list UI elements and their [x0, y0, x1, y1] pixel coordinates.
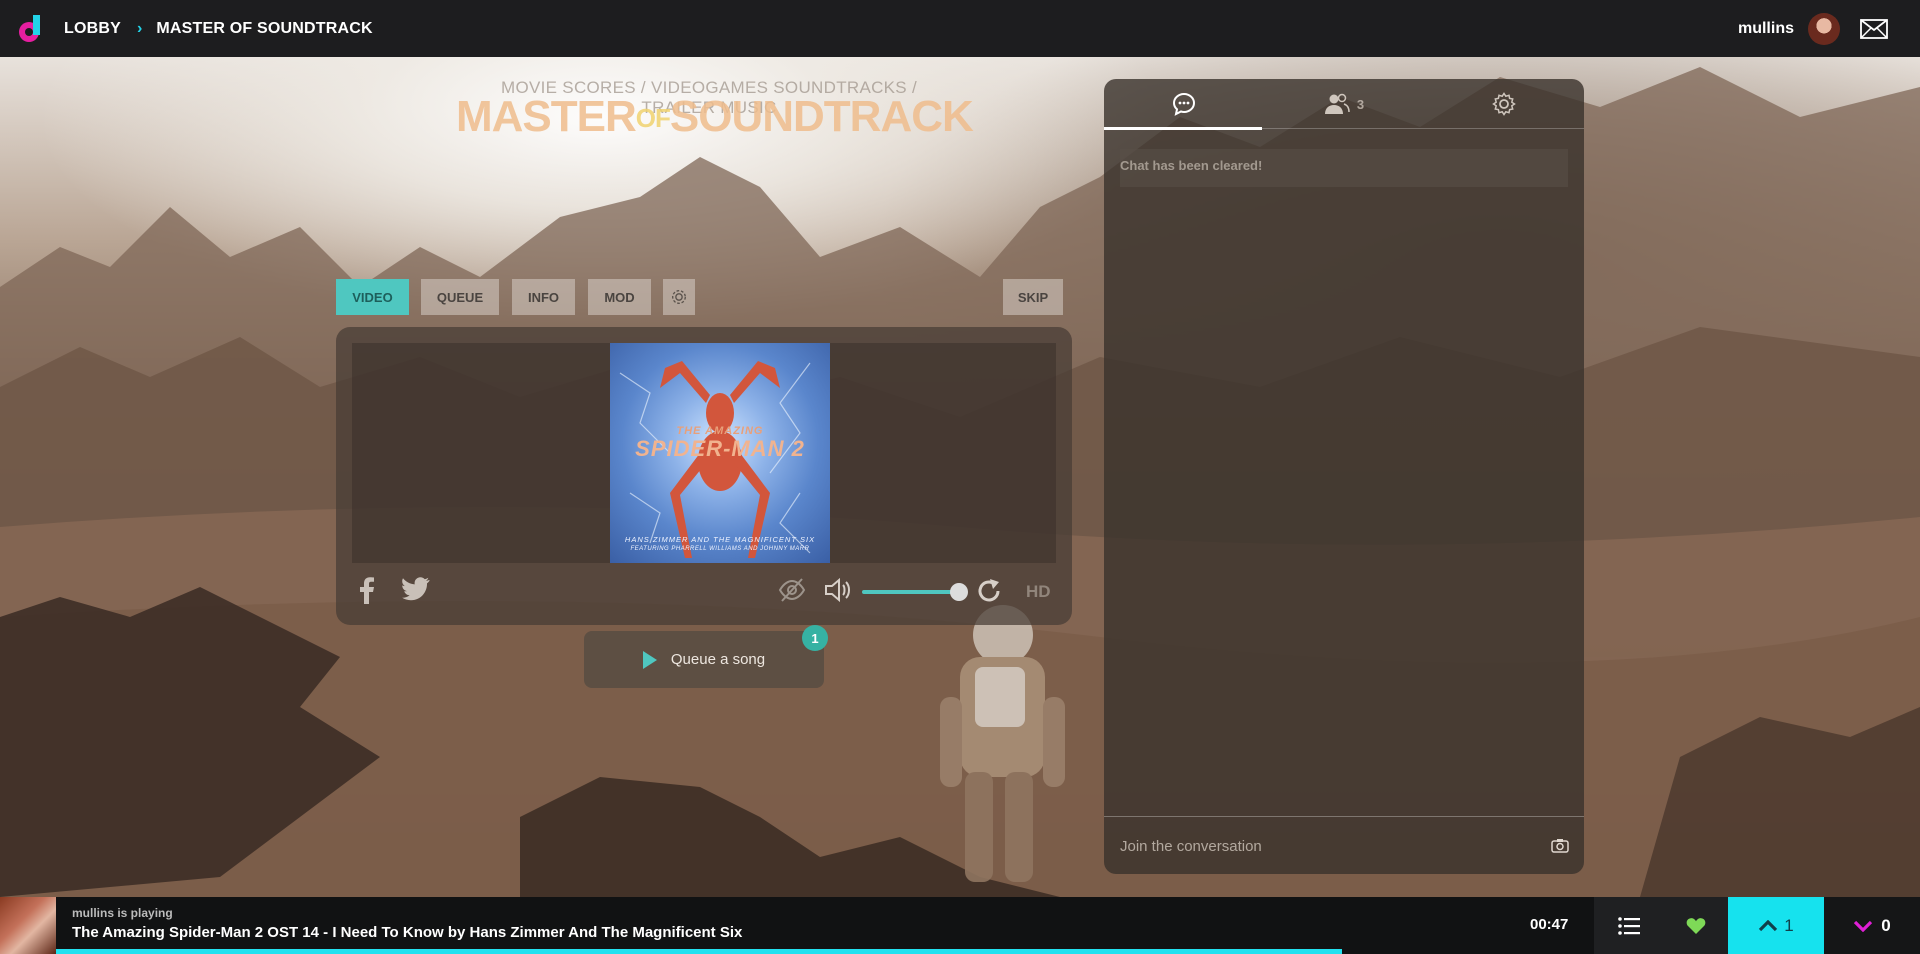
meh-button[interactable]: 0 [1824, 897, 1920, 954]
now-playing-bar: mullins is playing The Amazing Spider-Ma… [0, 897, 1920, 954]
queue-a-song-label: Queue a song [670, 651, 766, 668]
refresh-icon[interactable] [976, 578, 1004, 604]
chat-input[interactable] [1120, 831, 1520, 861]
username[interactable]: mullins [1738, 20, 1794, 38]
tab-mod[interactable]: MOD [588, 279, 651, 315]
dj-avatar[interactable] [0, 897, 56, 954]
tab-chat[interactable] [1104, 79, 1264, 130]
tab-queue[interactable]: QUEUE [421, 279, 499, 315]
chevron-up-icon [1759, 919, 1778, 931]
playlist-icon [1618, 916, 1640, 935]
hide-video-eye-icon[interactable] [778, 577, 806, 603]
heart-icon [1686, 917, 1706, 934]
woot-count: 1 [1784, 915, 1794, 935]
playlist-button[interactable] [1594, 897, 1664, 954]
chat-bubble-icon [1172, 92, 1196, 116]
cover-credit: HANS ZIMMER AND THE MAGNIFICENT SIX [624, 535, 816, 544]
chat-system-message-text: Chat has been cleared! [1120, 158, 1263, 173]
volume-icon[interactable] [824, 577, 852, 603]
breadcrumb-room: MASTER OF SOUNDTRACK [156, 19, 373, 37]
room-logo-title-part2: SOUNDTRACK [669, 92, 974, 141]
gear-icon [1492, 92, 1516, 116]
user-count: 3 [1356, 96, 1365, 112]
chat-panel: 3 Chat has been cleared! [1104, 79, 1584, 874]
video-area[interactable]: THE AMAZING SPIDER-MAN 2 HANS ZIMMER AND… [352, 343, 1056, 563]
skip-button[interactable]: SKIP [1003, 279, 1063, 315]
users-icon [1324, 93, 1350, 114]
room-logo-title-of: OF [635, 103, 671, 133]
chat-input-area [1104, 816, 1584, 874]
user-avatar[interactable] [1808, 12, 1840, 45]
now-playing-label: mullins is playing [72, 906, 173, 920]
cover-credit-featuring: FEATURING PHARRELL WILLIAMS AND JOHNNY M… [630, 546, 810, 552]
grab-button[interactable] [1664, 897, 1728, 954]
site-logo-icon[interactable] [16, 12, 46, 46]
album-cover-art: THE AMAZING SPIDER-MAN 2 HANS ZIMMER AND… [610, 343, 830, 563]
tab-info[interactable]: INFO [512, 279, 575, 315]
cover-title-big: SPIDER-MAN 2 [635, 436, 805, 461]
queue-a-song-button[interactable]: Queue a song [584, 631, 824, 688]
volume-slider-handle[interactable] [950, 583, 968, 601]
volume-slider-track[interactable] [862, 590, 962, 594]
hd-toggle[interactable]: HD [1026, 582, 1051, 602]
time-remaining: 00:47 [1530, 916, 1569, 933]
player-settings-gear-icon[interactable] [663, 279, 695, 315]
woot-button[interactable]: 1 [1728, 897, 1824, 954]
chevron-down-icon [1854, 920, 1873, 932]
chat-tab-bar: 3 [1104, 79, 1584, 130]
room-logo-title-part1: MASTER [456, 92, 637, 141]
play-icon [642, 650, 657, 669]
breadcrumb-chevron-icon: › [137, 19, 143, 37]
tab-users[interactable]: 3 [1264, 79, 1424, 129]
queue-count-badge: 1 [802, 625, 828, 651]
breadcrumb-lobby[interactable]: LOBBY [64, 20, 121, 38]
tab-video[interactable]: VIDEO [336, 279, 409, 315]
tab-room-settings[interactable] [1424, 79, 1584, 129]
mail-icon[interactable] [1860, 18, 1888, 39]
top-navigation-bar: LOBBY › MASTER OF SOUNDTRACK mullins [0, 0, 1920, 57]
media-player: THE AMAZING SPIDER-MAN 2 HANS ZIMMER AND… [336, 327, 1072, 625]
facebook-icon[interactable] [356, 575, 378, 605]
song-progress-bar [56, 949, 1342, 954]
room-logo-title: MASTEROFSOUNDTRACK [456, 92, 974, 142]
now-playing-title: The Amazing Spider-Man 2 OST 14 - I Need… [72, 924, 743, 941]
chat-system-message: Chat has been cleared! [1120, 149, 1568, 187]
twitter-icon[interactable] [402, 577, 430, 601]
meh-count: 0 [1881, 915, 1891, 935]
camera-icon[interactable] [1551, 838, 1569, 853]
